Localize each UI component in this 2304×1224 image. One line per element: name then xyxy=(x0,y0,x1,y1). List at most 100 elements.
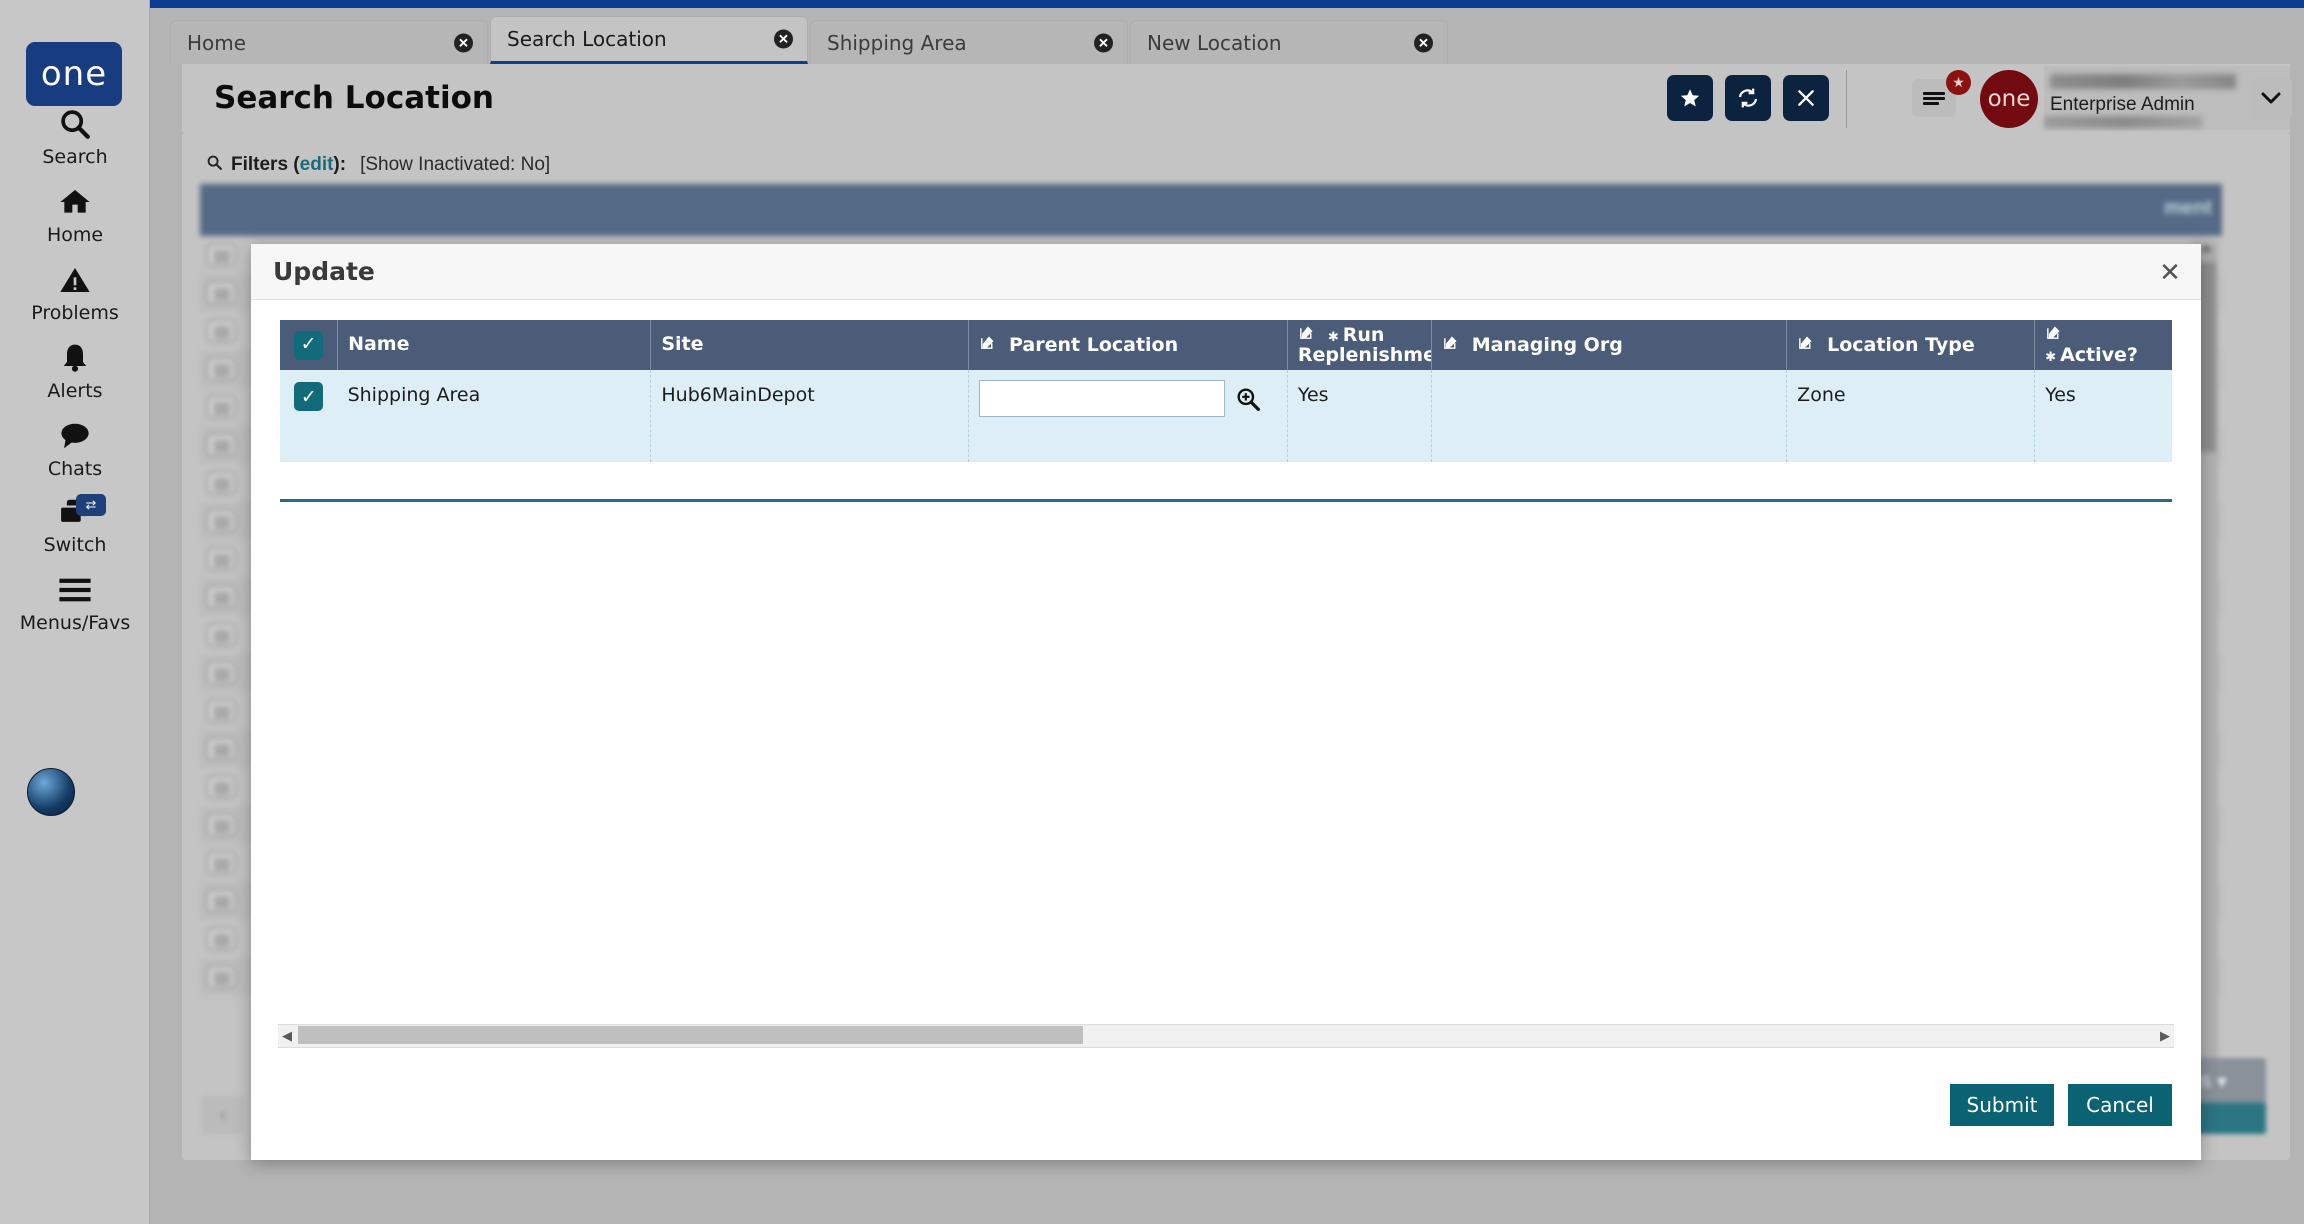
favorites-badge-star-icon: ★ xyxy=(1946,70,1971,95)
row-checkbox[interactable] xyxy=(206,699,236,723)
horizontal-scrollbar[interactable]: ◀ ▶ xyxy=(278,1024,2174,1048)
column-header-site[interactable]: Site xyxy=(650,320,970,370)
update-modal: Update ✕ ✓ Name Site Parent Location ✱ R… xyxy=(251,244,2201,1160)
tab-home[interactable]: Home ✕ xyxy=(170,20,488,64)
close-button[interactable] xyxy=(1783,75,1829,121)
sidebar-item-home[interactable]: Home xyxy=(0,182,150,246)
row-checkbox[interactable] xyxy=(206,813,236,837)
tab-close-icon[interactable]: ✕ xyxy=(454,33,473,52)
row-checkbox[interactable] xyxy=(206,243,236,267)
cell-name[interactable]: Shipping Area xyxy=(337,370,652,462)
submit-button[interactable]: Submit xyxy=(1950,1084,2054,1126)
row-checkbox[interactable] xyxy=(206,775,236,799)
scroll-left-icon[interactable]: ◀ xyxy=(278,1024,296,1048)
edit-pencil-icon xyxy=(1442,336,1465,356)
row-checkbox[interactable] xyxy=(206,433,236,457)
user-role-label: Enterprise Admin xyxy=(2050,94,2195,115)
tab-strip: Home ✕ Search Location ✕ Shipping Area ✕… xyxy=(170,16,2300,64)
filters-colon: : xyxy=(339,154,347,175)
row-checkbox[interactable] xyxy=(206,661,236,685)
row-checkbox[interactable]: ✓ xyxy=(294,382,324,411)
sidebar-item-search[interactable]: Search xyxy=(0,104,150,168)
tab-new-location[interactable]: New Location ✕ xyxy=(1130,20,1448,64)
cancel-button[interactable]: Cancel xyxy=(2068,1084,2172,1126)
row-checkbox[interactable] xyxy=(206,851,236,875)
scrollbar-thumb[interactable] xyxy=(298,1026,1083,1044)
sidebar-item-alerts[interactable]: Alerts xyxy=(0,338,150,402)
column-header-active[interactable]: ✱ Active? xyxy=(2034,320,2172,370)
favorite-button[interactable] xyxy=(1667,75,1713,121)
update-grid: ✓ Name Site Parent Location ✱ Run Replen… xyxy=(280,320,2172,500)
tab-shipping-area[interactable]: Shipping Area ✕ xyxy=(810,20,1128,64)
row-checkbox[interactable] xyxy=(206,547,236,571)
column-header-parent-location[interactable]: Parent Location xyxy=(968,320,1288,370)
sidebar-item-label: Switch xyxy=(43,534,107,556)
row-checkbox[interactable] xyxy=(206,319,236,343)
filters-paren-open: ( xyxy=(288,154,300,175)
tab-close-icon[interactable]: ✕ xyxy=(774,29,793,49)
pagination-previous-button[interactable]: ‹ xyxy=(202,1096,244,1134)
row-checkbox[interactable] xyxy=(206,471,236,495)
page-title: Search Location xyxy=(214,80,494,116)
user-name-redacted xyxy=(2050,74,2236,89)
app-logo[interactable]: one xyxy=(26,42,122,106)
sidebar-item-problems[interactable]: Problems xyxy=(0,260,150,324)
column-header-location-type[interactable]: Location Type xyxy=(1786,320,2036,370)
warning-triangle-icon xyxy=(58,260,92,300)
close-icon[interactable]: ✕ xyxy=(2155,257,2185,287)
refresh-button[interactable] xyxy=(1725,75,1771,121)
cell-location-type[interactable]: Zone xyxy=(1786,370,2036,462)
required-asterisk-icon: ✱ xyxy=(1327,330,1339,346)
row-checkbox[interactable] xyxy=(206,585,236,609)
select-all-checkbox[interactable]: ✓ xyxy=(294,330,324,360)
column-header-managing-org[interactable]: Managing Org xyxy=(1431,320,1788,370)
cell-run-replenishment[interactable]: Yes xyxy=(1287,370,1432,462)
row-select-cell: ✓ xyxy=(280,370,338,462)
cell-managing-org[interactable] xyxy=(1431,370,1788,462)
row-checkbox[interactable] xyxy=(206,889,236,913)
row-checkbox[interactable] xyxy=(206,281,236,305)
sidebar-item-switch[interactable]: Switch xyxy=(0,492,150,556)
chevron-down-icon[interactable] xyxy=(2250,77,2292,119)
row-checkbox[interactable] xyxy=(206,623,236,647)
avatar[interactable] xyxy=(27,768,75,816)
search-plus-icon[interactable] xyxy=(1235,386,1261,412)
sidebar-item-menus-favs[interactable]: Menus/Favs xyxy=(0,570,150,634)
column-header-label: Location Type xyxy=(1827,334,1975,357)
hamburger-icon xyxy=(1923,96,1945,100)
scroll-up-icon[interactable] xyxy=(2199,244,2213,252)
results-grid-header: ment xyxy=(200,184,2222,236)
modal-footer: Submit Cancel xyxy=(1936,1084,2172,1126)
tab-close-icon[interactable]: ✕ xyxy=(1094,33,1113,52)
filters-label: Filters xyxy=(231,154,289,175)
modal-header: Update ✕ xyxy=(251,244,2201,300)
parent-location-input[interactable] xyxy=(979,380,1226,417)
row-checkbox[interactable] xyxy=(206,737,236,761)
row-checkbox[interactable] xyxy=(206,965,236,989)
column-header-name[interactable]: Name xyxy=(337,320,652,370)
table-row: ✓ Shipping Area Hub6MainDepot Yes Zone Y… xyxy=(280,370,2172,462)
edit-pencil-icon xyxy=(1797,336,1820,356)
left-nav-rail: one Search Home Problems Alerts Chats Sw… xyxy=(0,0,150,1224)
cell-active[interactable]: Yes xyxy=(2034,370,2172,462)
column-header-label: Parent Location xyxy=(1009,334,1179,357)
row-checkbox[interactable] xyxy=(206,509,236,533)
filters-edit-link[interactable]: edit xyxy=(300,154,334,176)
search-icon xyxy=(206,154,223,176)
column-header-label: Active? xyxy=(2060,344,2138,366)
scrollbar-track[interactable] xyxy=(296,1024,2156,1048)
sidebar-item-label: Problems xyxy=(31,302,119,324)
row-checkbox[interactable] xyxy=(206,395,236,419)
column-header-label: Site xyxy=(661,333,704,356)
user-org-redacted xyxy=(2044,116,2202,128)
tab-search-location[interactable]: Search Location ✕ xyxy=(490,16,808,64)
cell-site[interactable]: Hub6MainDepot xyxy=(650,370,970,462)
swap-arrows-icon[interactable]: ⇄ xyxy=(76,494,106,516)
row-checkbox[interactable] xyxy=(206,927,236,951)
row-checkbox[interactable] xyxy=(206,357,236,381)
sidebar-item-chats[interactable]: Chats xyxy=(0,416,150,480)
column-header-run-replenishment[interactable]: ✱ Run Replenishme xyxy=(1287,320,1432,370)
scroll-right-icon[interactable]: ▶ xyxy=(2156,1024,2174,1048)
sidebar-item-label: Search xyxy=(42,146,108,168)
tab-close-icon[interactable]: ✕ xyxy=(1414,33,1433,52)
